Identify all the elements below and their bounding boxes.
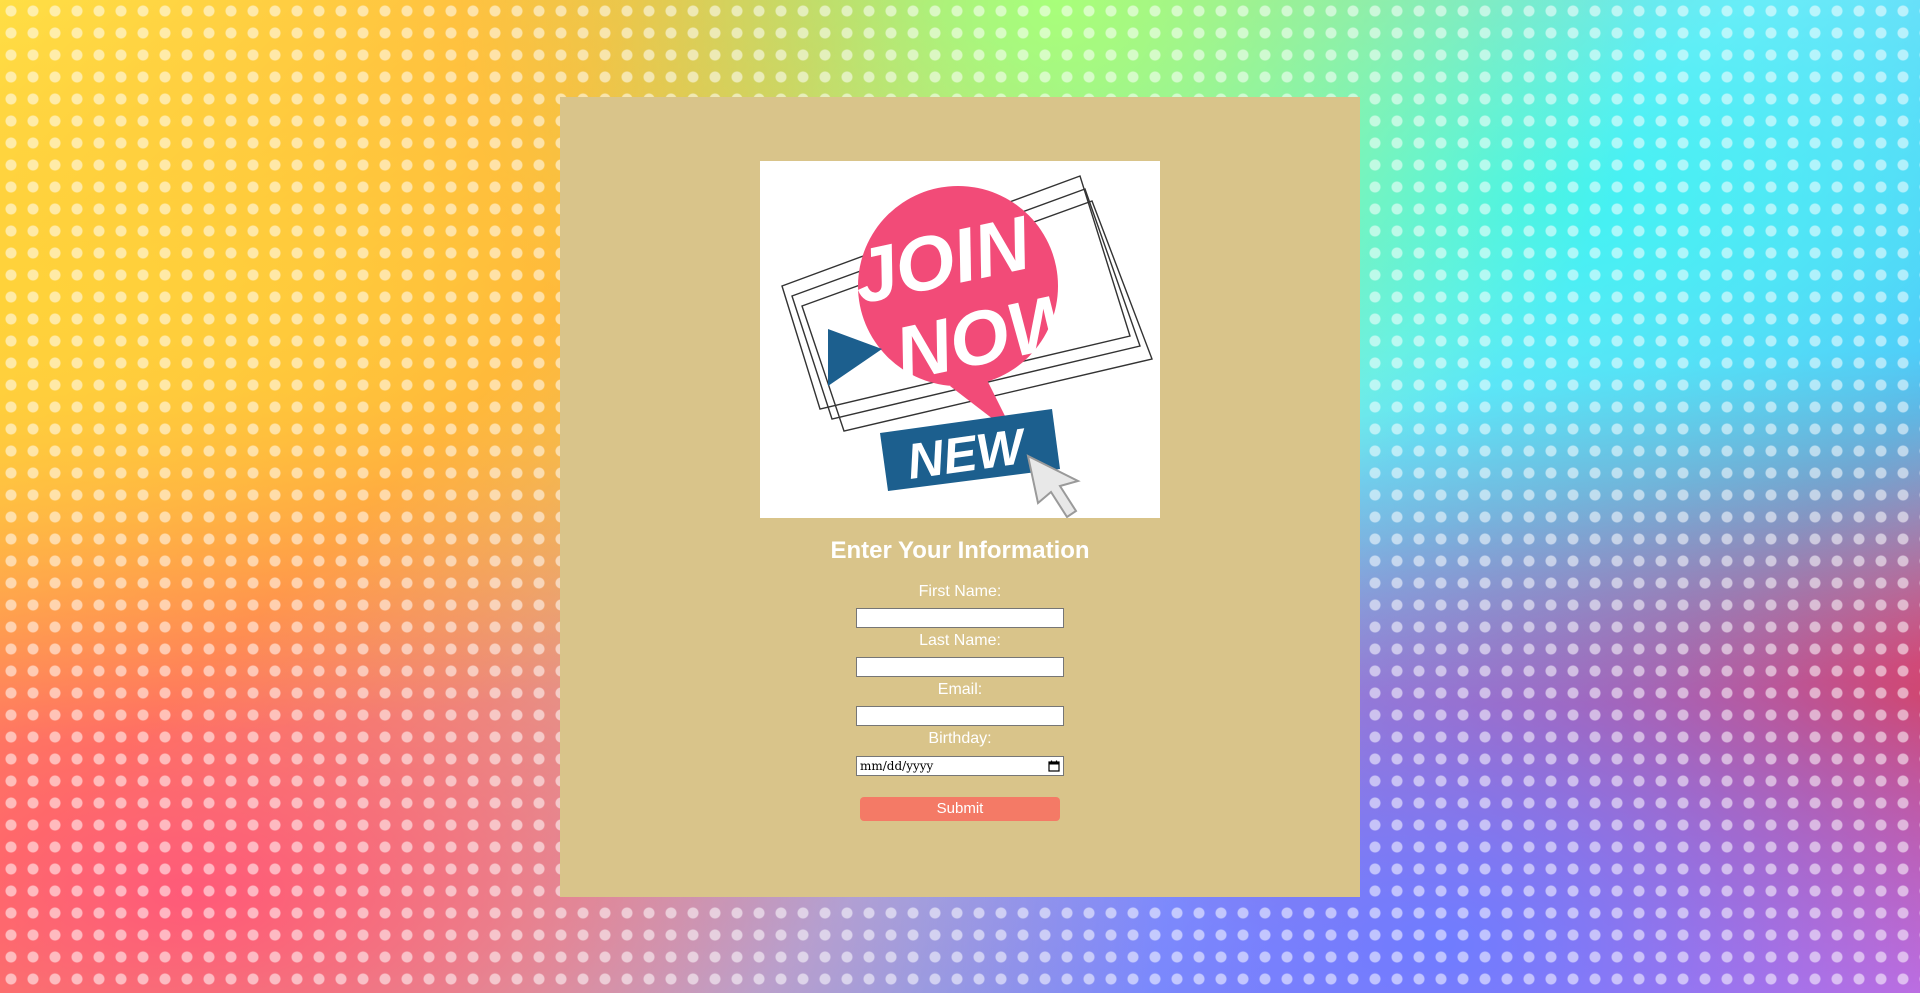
calendar-icon[interactable] xyxy=(1048,760,1060,772)
signup-card: JOIN NOW! NEW Enter Your Information Fir… xyxy=(560,97,1360,897)
birthday-date-input[interactable]: mm/dd/yyyy xyxy=(856,756,1064,776)
join-now-banner-image: JOIN NOW! NEW xyxy=(760,161,1160,518)
email-label: Email: xyxy=(937,681,983,698)
join-now-badge-icon: JOIN NOW! NEW xyxy=(781,175,1153,518)
email-input[interactable] xyxy=(856,706,1064,726)
first-name-label: First Name: xyxy=(918,583,1002,600)
submit-button[interactable]: Submit xyxy=(860,797,1060,821)
birthday-label: Birthday: xyxy=(928,730,992,747)
first-name-input[interactable] xyxy=(856,608,1064,628)
last-name-label: Last Name: xyxy=(919,632,1001,649)
last-name-input[interactable] xyxy=(856,657,1064,677)
form-title: Enter Your Information xyxy=(830,537,1090,564)
birthday-placeholder: mm/dd/yyyy xyxy=(860,759,934,773)
